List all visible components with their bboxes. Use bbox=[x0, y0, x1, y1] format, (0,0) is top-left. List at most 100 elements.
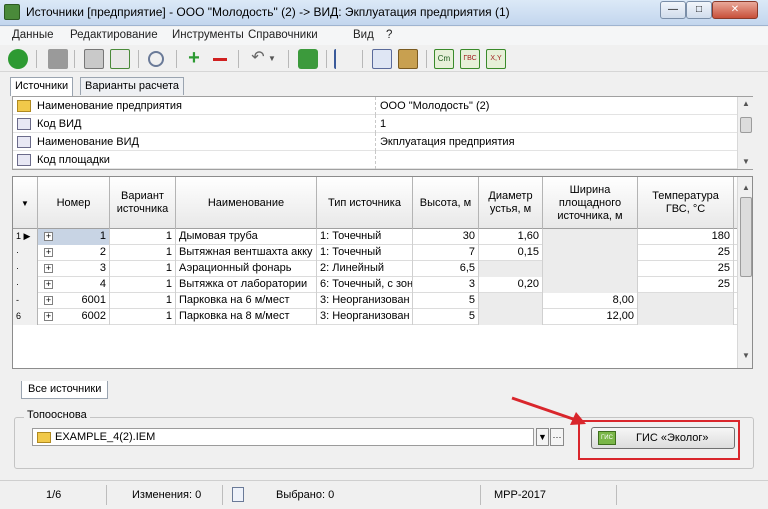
row-indicator[interactable]: · bbox=[13, 245, 38, 261]
close-button[interactable]: ✕ bbox=[712, 1, 758, 19]
table-row[interactable]: · +4 1 Вытяжка от лаборатории 6: Точечный, с… bbox=[13, 277, 737, 293]
xy-icon[interactable]: X,Y bbox=[486, 49, 506, 69]
cell-temperature[interactable] bbox=[638, 309, 734, 325]
cell-name[interactable]: Парковка на 6 м/мест bbox=[176, 293, 317, 309]
print-icon[interactable] bbox=[84, 49, 104, 69]
cell-diameter[interactable]: 1,60 bbox=[479, 229, 543, 245]
tab-all-sources[interactable]: Все источники bbox=[21, 381, 109, 399]
menu-data[interactable]: Данные bbox=[12, 29, 54, 41]
paste-icon[interactable] bbox=[398, 49, 418, 69]
col-number[interactable]: Номер bbox=[38, 177, 110, 229]
cell-width[interactable]: 8,00 bbox=[543, 293, 638, 309]
cell-number[interactable]: +6002 bbox=[38, 309, 110, 325]
cell-width[interactable] bbox=[543, 245, 638, 261]
cell-diameter[interactable] bbox=[479, 309, 543, 325]
property-row[interactable]: Код площадки bbox=[13, 151, 737, 169]
cell-temperature[interactable]: 25 bbox=[638, 261, 734, 277]
table-row[interactable]: 6 +6002 1 Парковка на 8 м/мест 3: Неорганизо… bbox=[13, 309, 737, 325]
cell-type[interactable]: 3: Неорганизован bbox=[317, 309, 413, 325]
property-value[interactable]: 1 bbox=[375, 115, 737, 133]
cm-icon[interactable]: Cm bbox=[434, 49, 454, 69]
cell-name[interactable]: Парковка на 8 м/мест bbox=[176, 309, 317, 325]
gis-ekolog-button[interactable]: ГИС ГИС «Эколог» bbox=[591, 427, 735, 449]
grid-scrollbar[interactable]: ▲ ▼ bbox=[737, 177, 752, 368]
scroll-up-icon[interactable]: ▲ bbox=[738, 181, 752, 195]
cell-temperature[interactable]: 25 bbox=[638, 245, 734, 261]
cell-diameter[interactable] bbox=[479, 293, 543, 309]
col-name[interactable]: Наименование bbox=[176, 177, 317, 229]
property-value[interactable]: Экплуатация предприятия bbox=[375, 133, 737, 151]
property-row[interactable]: Наименование предприятия ООО "Молодость"… bbox=[13, 97, 737, 115]
expand-icon[interactable]: + bbox=[44, 248, 53, 257]
menu-help[interactable]: ? bbox=[386, 29, 392, 41]
cell-temperature[interactable]: 25 bbox=[638, 277, 734, 293]
tree-icon[interactable] bbox=[334, 49, 354, 69]
maximize-button[interactable]: □ bbox=[686, 1, 712, 19]
cell-name[interactable]: Дымовая труба bbox=[176, 229, 317, 245]
cell-name[interactable]: Вытяжка от лаборатории bbox=[176, 277, 317, 293]
menu-edit[interactable]: Редактирование bbox=[70, 29, 158, 41]
search-icon[interactable] bbox=[148, 51, 164, 67]
col-variant[interactable]: Вариант источника bbox=[110, 177, 176, 229]
cell-diameter[interactable]: 0,20 bbox=[479, 277, 543, 293]
cell-variant[interactable]: 1 bbox=[110, 229, 176, 245]
export-icon[interactable] bbox=[110, 49, 130, 69]
table-row[interactable]: · +3 1 Аэрационный фонарь 2: Линейный 6,5 25 bbox=[13, 261, 737, 277]
scroll-thumb[interactable] bbox=[740, 197, 752, 277]
menu-tools[interactable]: Инструменты bbox=[172, 29, 244, 41]
back-icon[interactable] bbox=[8, 49, 28, 69]
copy-icon[interactable] bbox=[372, 49, 392, 69]
cell-diameter[interactable] bbox=[479, 261, 543, 277]
save-icon[interactable] bbox=[48, 49, 68, 69]
cell-width[interactable] bbox=[543, 261, 638, 277]
table-row[interactable]: · +2 1 Вытяжная вентшахта акку 1: Точечный 7 0… bbox=[13, 245, 737, 261]
col-width[interactable]: Ширина площадного источника, м bbox=[543, 177, 638, 229]
row-indicator[interactable]: · bbox=[13, 261, 38, 277]
gvs-icon[interactable]: ГВС bbox=[460, 49, 480, 69]
cell-variant[interactable]: 1 bbox=[110, 309, 176, 325]
cell-height[interactable]: 30 bbox=[413, 229, 479, 245]
refresh-icon[interactable] bbox=[298, 49, 318, 69]
property-value[interactable] bbox=[375, 151, 737, 169]
minimize-button[interactable]: — bbox=[660, 1, 686, 19]
table-row[interactable]: 1 ▶ +1 1 Дымовая труба 1: Точечный 30 1,60 180 bbox=[13, 229, 737, 245]
cell-width[interactable]: 12,00 bbox=[543, 309, 638, 325]
menu-view[interactable]: Вид bbox=[353, 29, 374, 41]
cell-diameter[interactable]: 0,15 bbox=[479, 245, 543, 261]
cell-variant[interactable]: 1 bbox=[110, 261, 176, 277]
row-indicator[interactable]: 1 ▶ bbox=[13, 229, 38, 245]
expand-icon[interactable]: + bbox=[44, 312, 53, 321]
browse-button[interactable]: ··· bbox=[550, 428, 564, 446]
col-temperature[interactable]: Температура ГВС, °С bbox=[638, 177, 734, 229]
cell-height[interactable]: 6,5 bbox=[413, 261, 479, 277]
cell-temperature[interactable]: 180 bbox=[638, 229, 734, 245]
cell-name[interactable]: Аэрационный фонарь bbox=[176, 261, 317, 277]
property-row[interactable]: Код ВИД 1 bbox=[13, 115, 737, 133]
property-row[interactable]: Наименование ВИД Экплуатация предприятия bbox=[13, 133, 737, 151]
row-indicator[interactable]: · bbox=[13, 277, 38, 293]
scroll-up-icon[interactable]: ▲ bbox=[738, 97, 754, 111]
add-icon[interactable]: + bbox=[184, 48, 204, 69]
cell-width[interactable] bbox=[543, 277, 638, 293]
cell-number[interactable]: +2 bbox=[38, 245, 110, 261]
row-indicator[interactable]: 6 bbox=[13, 309, 38, 325]
column-menu-icon[interactable]: ▼ bbox=[13, 177, 38, 229]
cell-width[interactable] bbox=[543, 229, 638, 245]
cell-number[interactable]: +1 bbox=[38, 229, 110, 245]
cell-number[interactable]: +3 bbox=[38, 261, 110, 277]
dropdown-button[interactable]: ▼ bbox=[536, 428, 549, 446]
row-indicator[interactable]: - bbox=[13, 293, 38, 309]
cell-number[interactable]: +4 bbox=[38, 277, 110, 293]
expand-icon[interactable]: + bbox=[44, 296, 53, 305]
cell-height[interactable]: 5 bbox=[413, 293, 479, 309]
remove-icon[interactable] bbox=[210, 49, 230, 69]
expand-icon[interactable]: + bbox=[44, 264, 53, 273]
cell-number[interactable]: +6001 bbox=[38, 293, 110, 309]
expand-icon[interactable]: + bbox=[44, 232, 53, 241]
cell-type[interactable]: 1: Точечный bbox=[317, 229, 413, 245]
cell-type[interactable]: 3: Неорганизован bbox=[317, 293, 413, 309]
scroll-down-icon[interactable]: ▼ bbox=[738, 349, 752, 363]
cell-type[interactable]: 6: Точечный, с зон bbox=[317, 277, 413, 293]
scroll-thumb[interactable] bbox=[740, 117, 752, 133]
property-value[interactable]: ООО "Молодость" (2) bbox=[375, 97, 737, 115]
